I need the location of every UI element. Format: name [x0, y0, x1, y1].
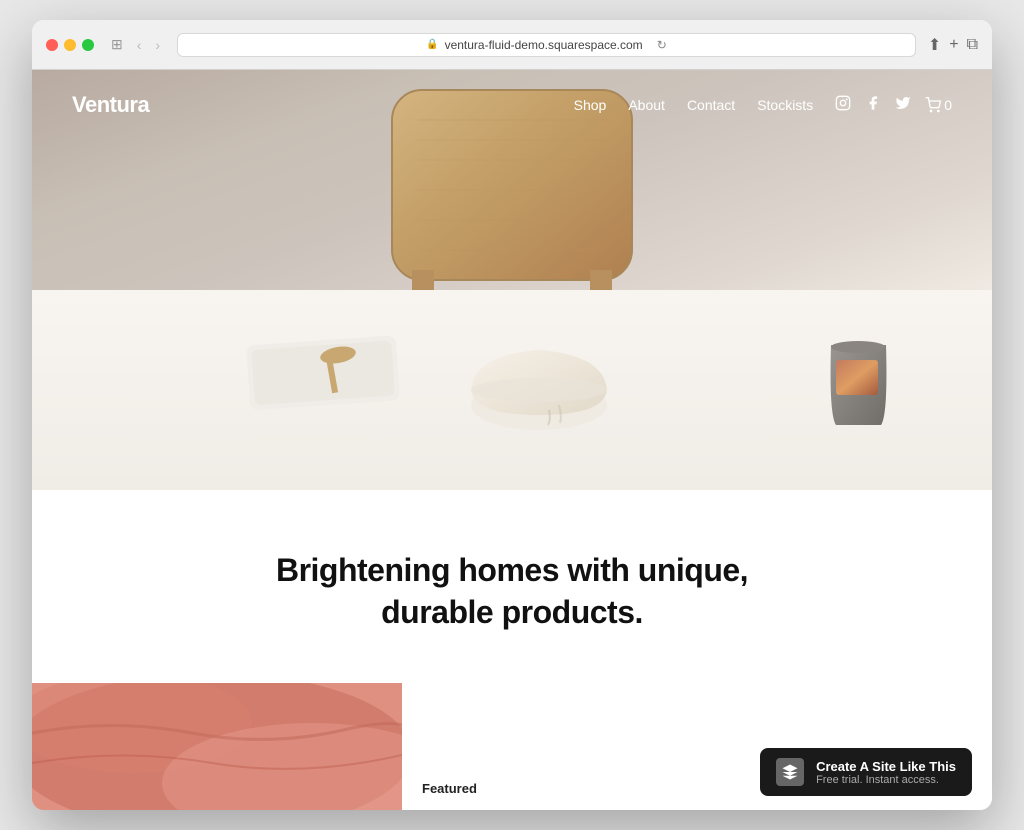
bottom-right: Featured Create A Site Like This Free tr… [402, 683, 992, 810]
text-section: Brightening homes with unique, durable p… [32, 490, 992, 683]
nav-icons: 0 [835, 95, 952, 115]
tabs-icon[interactable]: ⧉ [967, 36, 978, 54]
nav-link-shop[interactable]: Shop [574, 97, 607, 113]
sidebar-toggle-icon[interactable]: ⊞ [106, 34, 128, 55]
facebook-icon[interactable] [865, 95, 881, 115]
cart-link[interactable]: 0 [925, 97, 952, 113]
cart-count: 0 [944, 97, 952, 113]
bowl-svg [464, 325, 614, 435]
share-icon[interactable]: ⬆ [928, 35, 941, 55]
site-nav: Ventura Shop About Contact Stockists [32, 70, 992, 140]
reload-icon[interactable]: ↻ [657, 38, 667, 52]
minimize-button[interactable] [64, 39, 76, 51]
nav-right: Shop About Contact Stockists [574, 95, 952, 115]
featured-image-bg [32, 683, 402, 810]
address-bar[interactable]: 🔒 ventura-fluid-demo.squarespace.com ↻ [177, 33, 916, 57]
cup-svg [821, 335, 896, 435]
create-site-subtitle: Free trial. Instant access. [816, 774, 956, 786]
lock-icon: 🔒 [426, 39, 438, 50]
featured-art [32, 683, 402, 810]
create-site-banner[interactable]: Create A Site Like This Free trial. Inst… [760, 748, 972, 796]
instagram-icon[interactable] [835, 95, 851, 115]
create-site-title: Create A Site Like This [816, 759, 956, 774]
main-headline: Brightening homes with unique, durable p… [72, 550, 952, 633]
bottom-section: Featured Create A Site Like This Free tr… [32, 683, 992, 810]
create-site-text: Create A Site Like This Free trial. Inst… [816, 759, 956, 786]
featured-label: Featured [422, 781, 477, 796]
nav-link-stockists[interactable]: Stockists [757, 97, 813, 113]
headline-line2: durable products. [381, 594, 643, 630]
traffic-lights [46, 39, 94, 51]
forward-button[interactable]: › [150, 35, 165, 55]
back-button[interactable]: ‹ [132, 35, 147, 55]
twitter-icon[interactable] [895, 95, 911, 115]
site-logo[interactable]: Ventura [72, 92, 149, 118]
browser-chrome: ⊞ ‹ › 🔒 ventura-fluid-demo.squarespace.c… [32, 20, 992, 70]
new-tab-icon[interactable]: + [949, 36, 958, 54]
browser-controls: ⊞ ‹ › [106, 34, 165, 55]
url-text: ventura-fluid-demo.squarespace.com [445, 38, 643, 52]
nav-link-contact[interactable]: Contact [687, 97, 735, 113]
headline-line1: Brightening homes with unique, [276, 552, 748, 588]
fullscreen-button[interactable] [82, 39, 94, 51]
browser-window: ⊞ ‹ › 🔒 ventura-fluid-demo.squarespace.c… [32, 20, 992, 810]
browser-actions: ⬆ + ⧉ [928, 35, 978, 55]
nav-link-about[interactable]: About [628, 97, 665, 113]
page-wrapper: Ventura Shop About Contact Stockists [32, 70, 992, 810]
featured-image [32, 683, 402, 810]
close-button[interactable] [46, 39, 58, 51]
cloth-svg [243, 320, 413, 420]
squarespace-logo-icon [776, 758, 804, 786]
